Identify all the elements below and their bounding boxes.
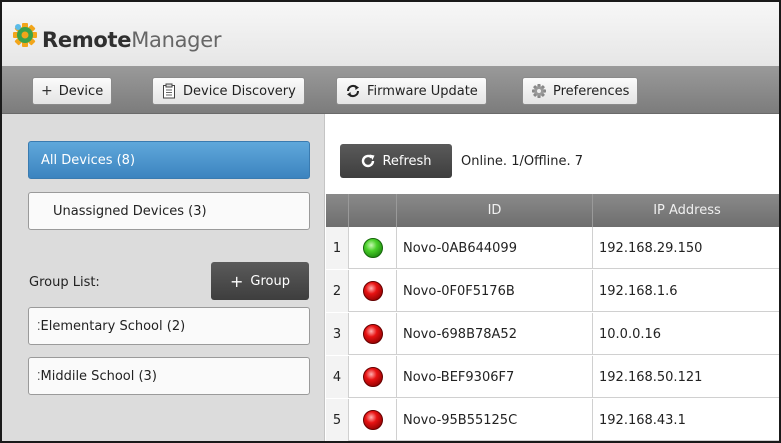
plus-icon: + bbox=[41, 83, 53, 99]
device-id-cell: Novo-BEF9306F7 bbox=[396, 356, 592, 398]
group-item-label: Elementary School (2) bbox=[40, 318, 186, 334]
table-row[interactable]: 5 Novo-95B55125C 192.168.43.1 bbox=[326, 399, 779, 441]
device-id-cell: Novo-95B55125C bbox=[396, 399, 592, 441]
group-item-middle-school[interactable]: ⁚ Middile School (3) bbox=[28, 357, 310, 395]
refresh-icon bbox=[362, 154, 375, 168]
add-device-label: Device bbox=[58, 83, 104, 99]
table-row[interactable]: 2 Novo-0F0F5176B 192.168.1.6 bbox=[326, 270, 779, 312]
device-id-cell: Novo-0AB644099 bbox=[396, 227, 592, 269]
title-bar: RemoteManager bbox=[2, 2, 779, 66]
firmware-update-label: Firmware Update bbox=[367, 83, 478, 99]
sync-arrows-icon bbox=[346, 85, 360, 97]
offline-status-icon bbox=[362, 281, 383, 301]
column-header-status bbox=[348, 194, 396, 227]
device-discovery-button[interactable]: Device Discovery bbox=[152, 77, 305, 105]
drag-grip-icon: ⁚ bbox=[37, 369, 40, 383]
row-number: 5 bbox=[326, 399, 348, 441]
table-row[interactable]: 1 Novo-0AB644099 192.168.29.150 bbox=[326, 227, 779, 269]
online-status-text: Online. 1/Offline. 7 bbox=[461, 154, 584, 169]
clipboard-icon bbox=[163, 83, 175, 99]
row-number: 2 bbox=[326, 270, 348, 312]
status-cell bbox=[348, 313, 396, 355]
device-discovery-label: Device Discovery bbox=[183, 83, 296, 99]
main-panel: Refresh Online. 1/Offline. 7 ID IP Addre… bbox=[326, 114, 779, 441]
app-title-light: Manager bbox=[131, 28, 222, 52]
ip-address-cell: 192.168.1.6 bbox=[592, 270, 779, 312]
device-id-cell: Novo-0F0F5176B bbox=[396, 270, 592, 312]
unassigned-devices-label: Unassigned Devices (3) bbox=[53, 203, 207, 219]
add-device-button[interactable]: + Device bbox=[32, 77, 113, 105]
online-status-icon bbox=[362, 238, 383, 258]
column-header-number bbox=[326, 194, 348, 227]
preferences-label: Preferences bbox=[553, 83, 630, 99]
app-title-bold: Remote bbox=[42, 28, 132, 52]
drag-grip-icon: ⁚ bbox=[37, 319, 40, 333]
add-group-label: Group bbox=[250, 273, 290, 289]
group-list-label: Group List: bbox=[29, 275, 100, 290]
add-group-button[interactable]: + Group bbox=[211, 262, 309, 300]
row-number: 4 bbox=[326, 356, 348, 398]
offline-status-icon bbox=[362, 367, 383, 387]
group-item-elementary-school[interactable]: ⁚ Elementary School (2) bbox=[28, 307, 310, 345]
group-item-label: Middile School (3) bbox=[40, 368, 157, 384]
ip-address-cell: 10.0.0.16 bbox=[592, 313, 779, 355]
unassigned-devices-button[interactable]: Unassigned Devices (3) bbox=[28, 192, 310, 230]
plus-icon: + bbox=[230, 271, 244, 291]
row-number: 3 bbox=[326, 313, 348, 355]
offline-status-icon bbox=[362, 324, 383, 344]
column-header-id[interactable]: ID bbox=[396, 194, 592, 227]
app-window: RemoteManager + Device Device Discovery bbox=[0, 0, 781, 443]
table-row[interactable]: 3 Novo-698B78A52 10.0.0.16 bbox=[326, 313, 779, 355]
row-number: 1 bbox=[326, 227, 348, 269]
refresh-button[interactable]: Refresh bbox=[340, 144, 452, 178]
offline-status-icon bbox=[362, 410, 383, 430]
status-cell bbox=[348, 356, 396, 398]
ip-address-cell: 192.168.50.121 bbox=[592, 356, 779, 398]
status-cell bbox=[348, 227, 396, 269]
table-header: ID IP Address bbox=[326, 194, 779, 227]
all-devices-label: All Devices (8) bbox=[41, 152, 136, 168]
device-id-cell: Novo-698B78A52 bbox=[396, 313, 592, 355]
status-cell bbox=[348, 270, 396, 312]
column-header-ip[interactable]: IP Address bbox=[592, 194, 779, 227]
ip-address-cell: 192.168.43.1 bbox=[592, 399, 779, 441]
app-title: RemoteManager bbox=[42, 28, 221, 52]
sidebar: All Devices (8) Unassigned Devices (3) G… bbox=[2, 114, 325, 441]
table-row[interactable]: 4 Novo-BEF9306F7 192.168.50.121 bbox=[326, 356, 779, 398]
preferences-button[interactable]: Preferences bbox=[522, 77, 639, 105]
toolbar: + Device Device Discovery Firmware Updat… bbox=[2, 66, 779, 114]
gear-logo-icon bbox=[13, 23, 37, 47]
gear-icon bbox=[532, 84, 546, 98]
status-cell bbox=[348, 399, 396, 441]
ip-address-cell: 192.168.29.150 bbox=[592, 227, 779, 269]
all-devices-button[interactable]: All Devices (8) bbox=[28, 141, 310, 179]
refresh-label: Refresh bbox=[382, 153, 432, 169]
firmware-update-button[interactable]: Firmware Update bbox=[336, 77, 487, 105]
